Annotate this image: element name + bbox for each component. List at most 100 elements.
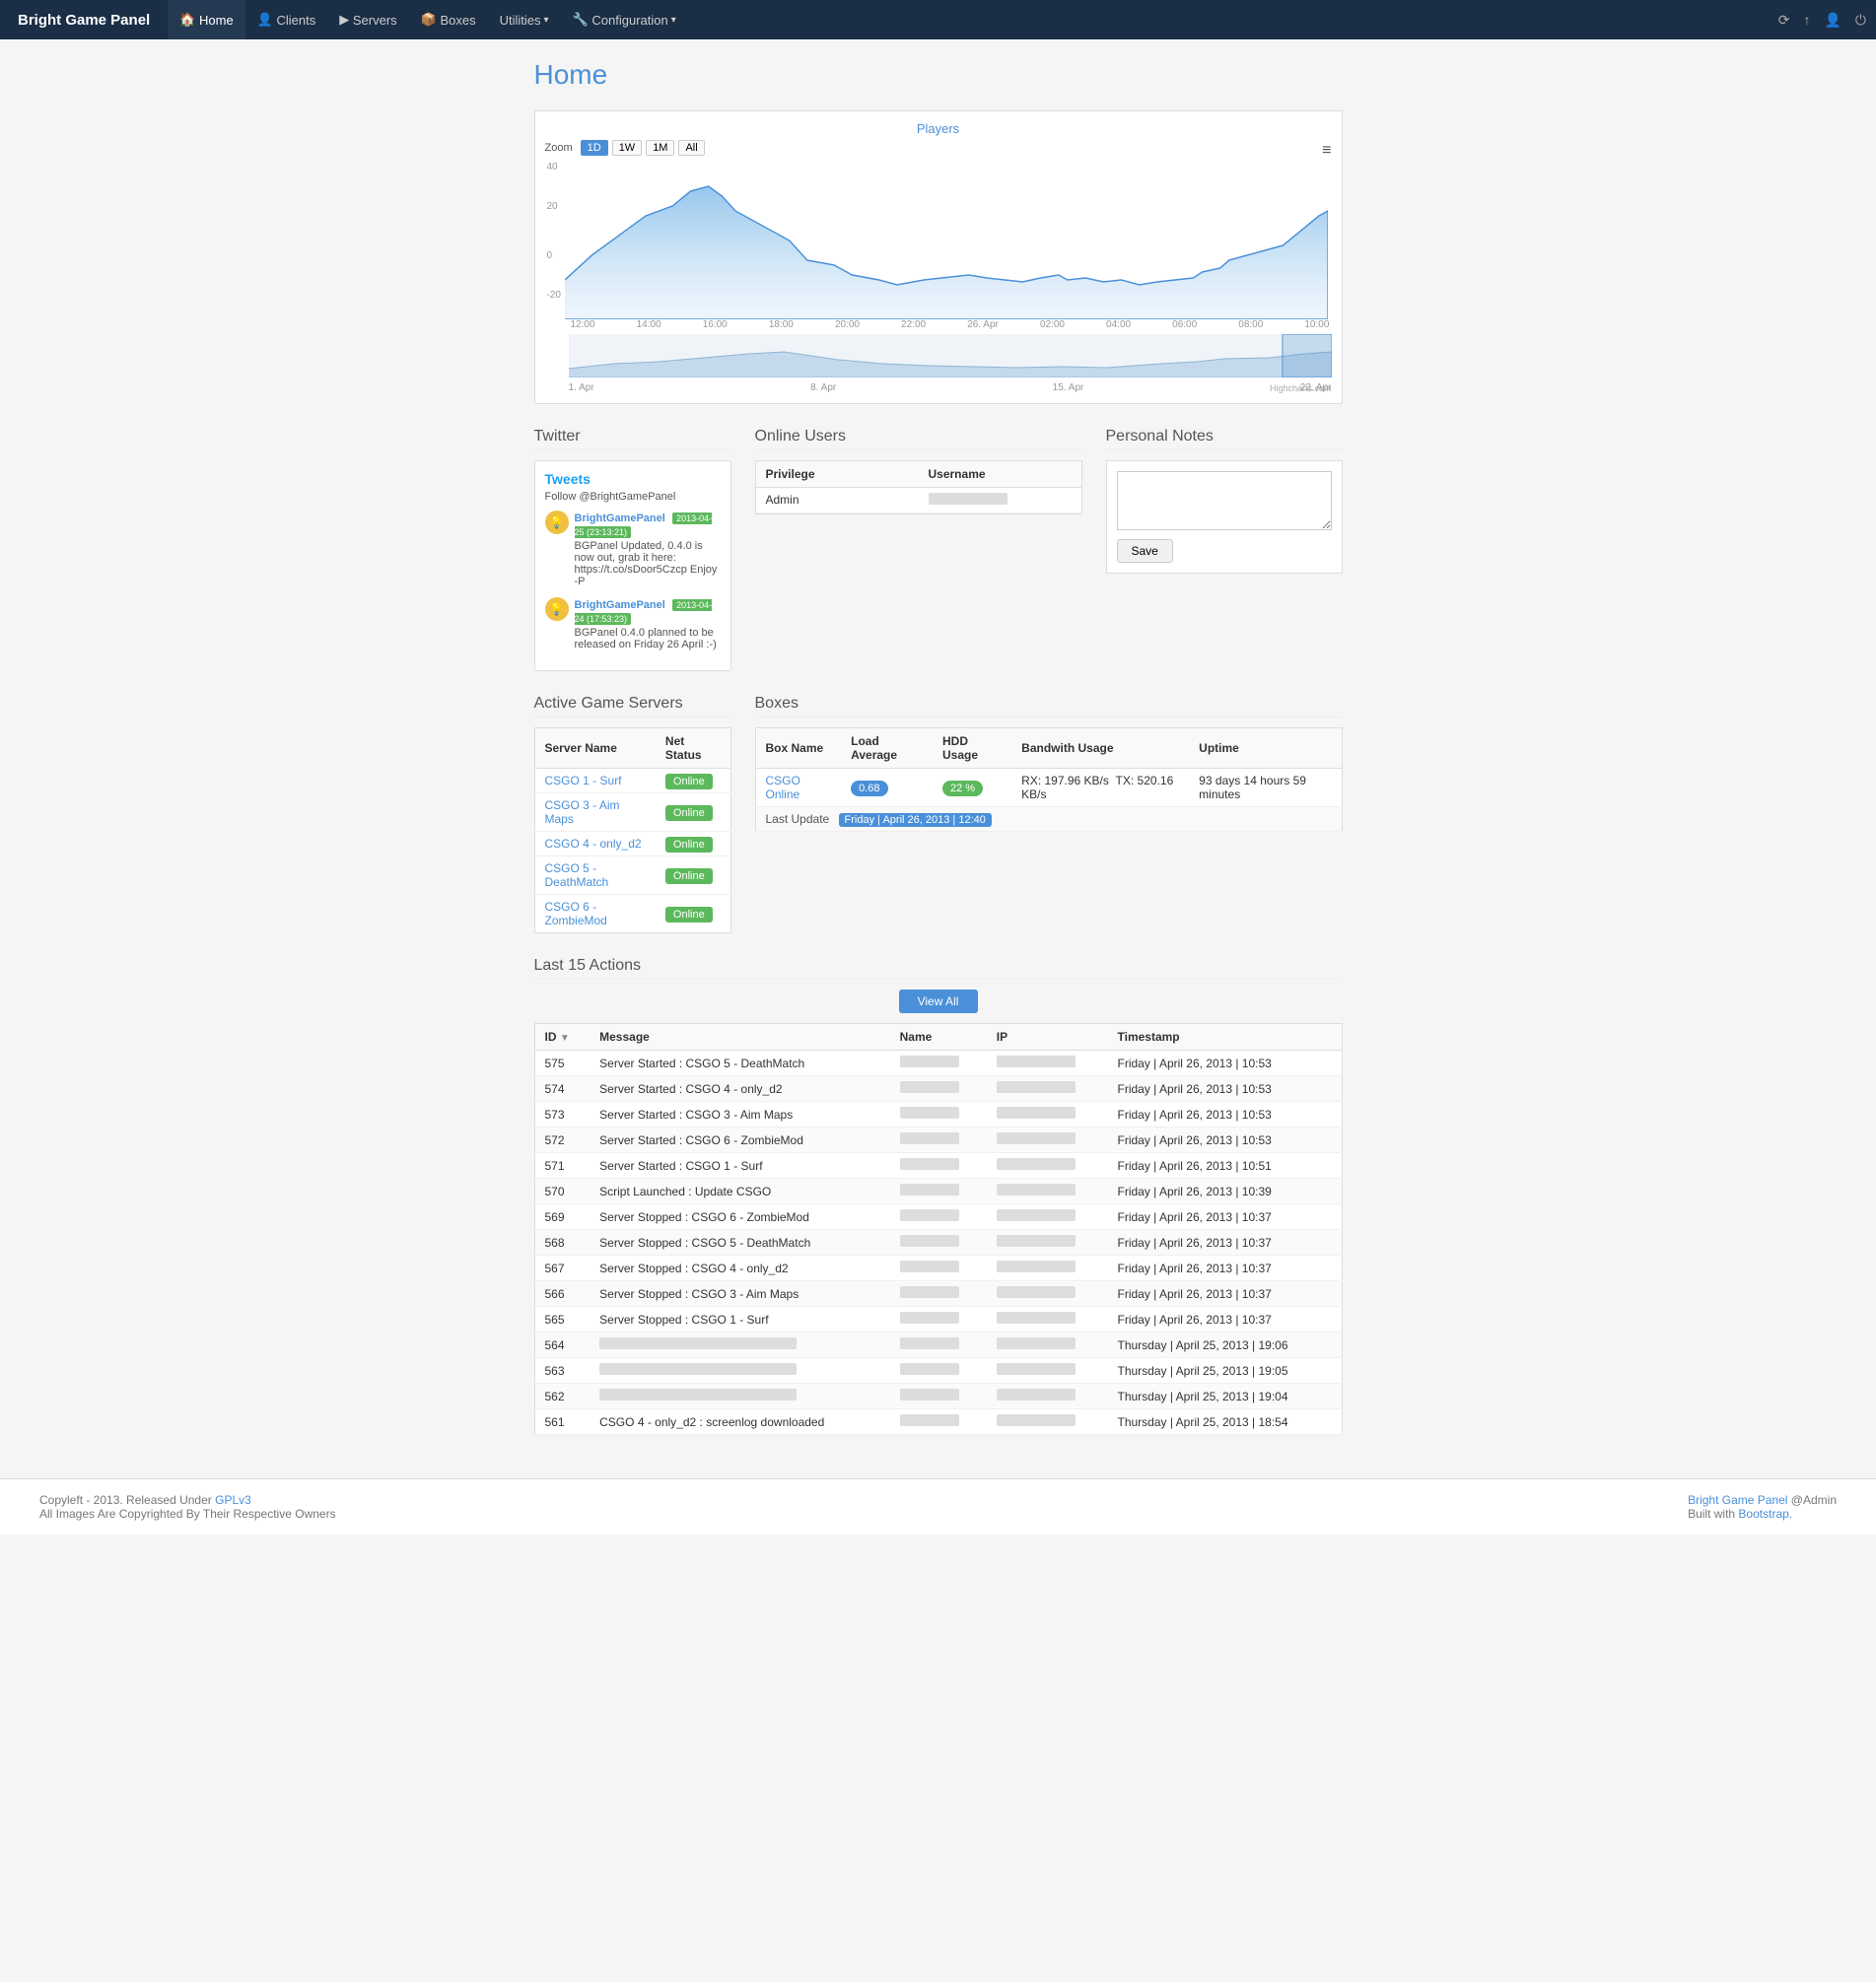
ags-status: Online	[656, 793, 730, 832]
actions-row: 575 Server Started : CSGO 5 - DeathMatch…	[534, 1051, 1342, 1076]
footer-copy2: All Images Are Copyrighted By Their Resp…	[39, 1507, 336, 1521]
action-message: Server Started : CSGO 4 - only_d2	[590, 1076, 890, 1102]
config-icon: 🔧	[573, 12, 589, 28]
action-id: 561	[534, 1409, 590, 1435]
actions-row: 564 Thursday | April 25, 2013 | 19:06	[534, 1333, 1342, 1358]
power-icon[interactable]: ⏻	[1855, 12, 1866, 29]
blurred-ip	[997, 1132, 1076, 1144]
boxes-col-bandwidth: Bandwith Usage	[1011, 728, 1189, 769]
nav-home[interactable]: 🏠 Home	[168, 0, 245, 39]
blurred-name	[900, 1132, 959, 1144]
zoom-1w[interactable]: 1W	[612, 140, 643, 156]
y-label-20: 20	[547, 201, 558, 212]
action-id: 568	[534, 1230, 590, 1256]
zoom-1d[interactable]: 1D	[581, 140, 608, 156]
action-name	[890, 1179, 987, 1204]
action-ip	[987, 1256, 1108, 1281]
ags-header-row: Server Name Net Status	[534, 728, 730, 769]
follow-button[interactable]: Follow @BrightGamePanel	[545, 491, 721, 503]
footer-brand-link[interactable]: Bright Game Panel	[1688, 1493, 1787, 1507]
home-icon: 🏠	[179, 12, 195, 28]
ags-status: Online	[656, 895, 730, 933]
nav-labels: 1. Apr 8. Apr 15. Apr 22. Apr	[569, 382, 1332, 393]
blurred-name	[900, 1389, 959, 1401]
online-users-title: Online Users	[755, 428, 1082, 450]
blurred-name	[900, 1261, 959, 1272]
ags-server-name: CSGO 3 - Aim Maps	[534, 793, 656, 832]
tweet-text-2: BGPanel 0.4.0 planned to be released on …	[575, 627, 721, 650]
footer-right: Bright Game Panel @Admin Built with Boot…	[1688, 1493, 1837, 1521]
zoom-label: Zoom	[545, 142, 573, 154]
blurred-ip	[997, 1184, 1076, 1196]
sort-icon: ▼	[560, 1033, 570, 1044]
chart-menu-icon[interactable]: ≡	[1322, 142, 1331, 160]
nav-clients[interactable]: 👤 Clients	[245, 0, 328, 39]
action-message: Server Started : CSGO 6 - ZombieMod	[590, 1128, 890, 1153]
actions-title: Last 15 Actions	[534, 957, 1343, 980]
update-badge: Friday | April 26, 2013 | 12:40	[839, 813, 992, 827]
blurred-name	[900, 1235, 959, 1247]
action-message	[590, 1384, 890, 1409]
blurred-ip	[997, 1158, 1076, 1170]
ags-status: Online	[656, 856, 730, 895]
actions-col-id[interactable]: ID ▼	[534, 1024, 590, 1051]
actions-col-ip: IP	[987, 1024, 1108, 1051]
twitter-box: Tweets Follow @BrightGamePanel 💡 BrightG…	[534, 460, 731, 671]
save-button[interactable]: Save	[1117, 539, 1173, 563]
action-message: Server Started : CSGO 3 - Aim Maps	[590, 1102, 890, 1128]
ags-row: CSGO 5 - DeathMatch Online	[534, 856, 730, 895]
blurred-name	[900, 1056, 959, 1067]
nav-servers[interactable]: ▶ Servers	[327, 0, 408, 39]
tweet-1: 💡 BrightGamePanel 2013-04-25 (23:13:21) …	[545, 511, 721, 587]
action-name	[890, 1281, 987, 1307]
action-id: 570	[534, 1179, 590, 1204]
action-id: 575	[534, 1051, 590, 1076]
blurred-name	[900, 1337, 959, 1349]
upload-icon[interactable]: ↑	[1803, 12, 1810, 28]
action-name	[890, 1409, 987, 1435]
license-link[interactable]: GPLv3	[215, 1493, 251, 1507]
zoom-all[interactable]: All	[678, 140, 704, 156]
action-ip	[987, 1409, 1108, 1435]
personal-notes-section: Personal Notes Save	[1106, 428, 1343, 671]
nav-configuration[interactable]: 🔧 Configuration▾	[561, 0, 688, 39]
action-timestamp: Thursday | April 25, 2013 | 19:06	[1108, 1333, 1343, 1358]
blurred-username	[929, 493, 1007, 505]
refresh-icon[interactable]: ⟳	[1778, 12, 1790, 29]
boxes-icon: 📦	[421, 12, 437, 28]
chart-title: Players	[545, 121, 1332, 136]
blurred-message	[599, 1363, 797, 1375]
footer: Copyleft - 2013. Released Under GPLv3 Al…	[0, 1478, 1876, 1535]
action-timestamp: Thursday | April 25, 2013 | 19:05	[1108, 1358, 1343, 1384]
actions-row: 572 Server Started : CSGO 6 - ZombieMod …	[534, 1128, 1342, 1153]
action-timestamp: Friday | April 26, 2013 | 10:39	[1108, 1179, 1343, 1204]
action-timestamp: Thursday | April 25, 2013 | 19:04	[1108, 1384, 1343, 1409]
boxes-title: Boxes	[755, 695, 1343, 718]
chart-navigator[interactable]: 1. Apr 8. Apr 15. Apr 22. Apr	[569, 334, 1332, 383]
ou-row-1: Admin	[756, 488, 1081, 513]
twitter-section: Twitter Tweets Follow @BrightGamePanel 💡…	[534, 428, 731, 671]
nav-utilities[interactable]: Utilities▾	[488, 0, 561, 39]
ags-server-name: CSGO 6 - ZombieMod	[534, 895, 656, 933]
twitter-title: Twitter	[534, 428, 731, 450]
players-chart-section: Players Zoom 1D 1W 1M All ≡ 40 20 0 -20	[534, 110, 1343, 404]
action-ip	[987, 1051, 1108, 1076]
user-icon[interactable]: 👤	[1824, 12, 1841, 29]
ags-col-status: Net Status	[656, 728, 730, 769]
action-ip	[987, 1179, 1108, 1204]
notes-textarea[interactable]	[1117, 471, 1332, 530]
nav-boxes[interactable]: 📦 Boxes	[409, 0, 488, 39]
blurred-name	[900, 1414, 959, 1426]
footer-brand-line: Bright Game Panel @Admin	[1688, 1493, 1837, 1507]
boxes-col-uptime: Uptime	[1189, 728, 1342, 769]
action-name	[890, 1204, 987, 1230]
action-ip	[987, 1358, 1108, 1384]
actions-row: 565 Server Stopped : CSGO 1 - Surf Frida…	[534, 1307, 1342, 1333]
blurred-message	[599, 1389, 797, 1401]
zoom-1m[interactable]: 1M	[646, 140, 674, 156]
view-all-button[interactable]: View All	[899, 990, 978, 1013]
ou-col-privilege: Privilege	[756, 461, 919, 487]
bootstrap-link[interactable]: Bootstrap.	[1738, 1507, 1792, 1521]
tweet-icon-2: 💡	[545, 597, 569, 621]
blurred-ip	[997, 1363, 1076, 1375]
